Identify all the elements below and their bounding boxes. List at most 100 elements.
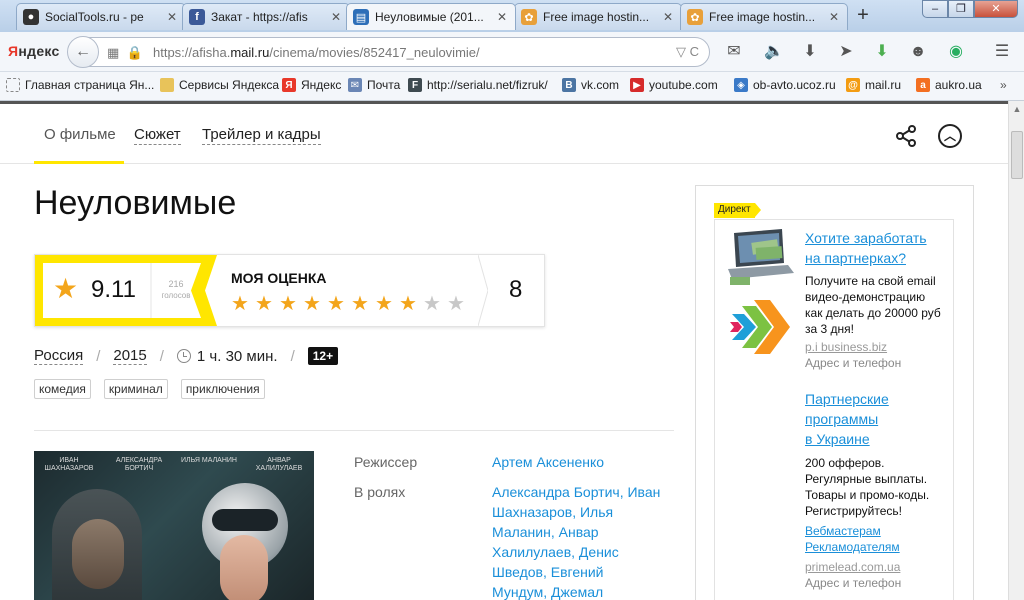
direct-ad-tag: Директ: [714, 203, 761, 218]
browser-tab-active[interactable]: ▤ Неуловимые (201... ✕: [346, 3, 516, 30]
browser-tab[interactable]: f Закат - https://afis ✕: [182, 3, 350, 30]
rating-star-icon[interactable]: ★: [303, 293, 327, 315]
bookmark-item[interactable]: ▶ youtube.com: [630, 78, 718, 92]
address-bar[interactable]: ← ▦ 🔒 https://afisha.mail.ru/cinema/movi…: [67, 36, 710, 68]
bookmark-label: ob-avto.ucoz.ru: [753, 78, 836, 92]
ad-title-line[interactable]: на партнерках?: [805, 248, 955, 268]
tab-about-film[interactable]: О фильме: [44, 126, 116, 144]
close-tab-icon[interactable]: ✕: [661, 10, 675, 24]
close-tab-icon[interactable]: ✕: [165, 10, 179, 24]
close-tab-icon[interactable]: ✕: [495, 10, 509, 24]
ad-text-line: за 3 дня!: [805, 322, 854, 336]
director-link[interactable]: Артем Аксененко: [492, 452, 678, 472]
rating-star-icon[interactable]: ★: [423, 293, 447, 315]
rating-star-icon[interactable]: ★: [351, 293, 375, 315]
rating-star-icon[interactable]: ★: [327, 293, 351, 315]
tab-trailer[interactable]: Трейлер и кадры: [202, 126, 321, 145]
collapse-up-icon[interactable]: ︿: [938, 124, 962, 148]
bookmark-item[interactable]: a aukro.ua: [916, 78, 982, 92]
ad-title-line[interactable]: Партнерские: [805, 389, 955, 409]
cast-line[interactable]: Александра Бортич, Иван: [492, 482, 678, 502]
ad1-domain[interactable]: p.i business.biz: [805, 340, 887, 354]
cast-line[interactable]: Шведов, Евгений: [492, 562, 678, 582]
back-button[interactable]: ←: [67, 36, 99, 68]
ad-title-line[interactable]: программы: [805, 409, 955, 429]
ad-text-line: как делать до 20000 руб: [805, 306, 941, 320]
age-rating-badge: 12+: [307, 347, 339, 365]
ad-link-webmasters[interactable]: Вебмастерам: [805, 523, 900, 539]
rating-star-icon[interactable]: ★: [279, 293, 303, 315]
browser-tab[interactable]: ✿ Free image hostin... ✕: [680, 3, 848, 30]
ad-text-line: Товары и промо-коды.: [805, 488, 930, 502]
genre-tag[interactable]: приключения: [180, 379, 265, 399]
user-rating-stars[interactable]: ★ ★ ★ ★ ★ ★ ★ ★ ★ ★: [231, 293, 471, 315]
share-icon[interactable]: [894, 124, 918, 148]
country-link[interactable]: Россия: [34, 347, 84, 365]
ucoz-icon: ◈: [734, 78, 748, 92]
genre-tag[interactable]: комедия: [34, 379, 91, 399]
bookmark-item[interactable]: Я Яндекс: [282, 78, 341, 92]
bookmark-label: Яндекс: [301, 78, 342, 92]
tab-plot[interactable]: Сюжет: [134, 126, 181, 145]
bookmarks-overflow-icon[interactable]: »: [1000, 78, 1007, 92]
bookmark-item[interactable]: Сервисы Яндекса: [160, 78, 279, 92]
laptop-money-icon[interactable]: [722, 227, 796, 287]
ad2-title[interactable]: Партнерские программы в Украине: [805, 389, 955, 449]
browser-navbar: Яндекс ← ▦ 🔒 https://afisha.mail.ru/cine…: [0, 32, 1024, 72]
genre-tag[interactable]: криминал: [103, 379, 168, 399]
scroll-thumb[interactable]: [1011, 131, 1023, 179]
close-tab-icon[interactable]: ✕: [827, 10, 841, 24]
bookmark-item[interactable]: Главная страница Ян...: [6, 78, 154, 92]
ad2-links[interactable]: Вебмастерам Рекламодателям: [805, 523, 900, 555]
ad-title-line[interactable]: в Украине: [805, 429, 955, 449]
maximize-button[interactable]: ❐: [948, 0, 974, 18]
scroll-up-arrow-icon[interactable]: ▲: [1009, 101, 1024, 117]
rating-star-icon[interactable]: ★: [255, 293, 279, 315]
ad1-title[interactable]: Хотите заработать на партнерках?: [805, 228, 955, 268]
cast-line[interactable]: Халилулаев, Денис: [492, 542, 678, 562]
send-icon[interactable]: ➤: [836, 42, 856, 62]
bookmark-item[interactable]: ◈ ob-avto.ucoz.ru: [734, 78, 836, 92]
rating-star-icon[interactable]: ★: [375, 293, 399, 315]
browser-tab[interactable]: ✿ Free image hostin... ✕: [514, 3, 682, 30]
browser-tab[interactable]: ● SocialTools.ru - ре ✕: [16, 3, 186, 30]
ad2-address[interactable]: Адрес и телефон: [805, 576, 901, 590]
rating-star-icon[interactable]: ★: [231, 293, 255, 315]
ad-link-advertisers[interactable]: Рекламодателям: [805, 539, 900, 555]
bookmark-item[interactable]: Fhttp://serialu.net/fizruk/: [408, 78, 548, 92]
ad-text-line: 200 офферов.: [805, 456, 885, 470]
extension-icon[interactable]: ◉: [946, 42, 966, 62]
cast-line[interactable]: Маланин, Анвар: [492, 522, 678, 542]
afisha-icon: ▤: [353, 9, 369, 25]
cast-line[interactable]: Шахназаров, Илья: [492, 502, 678, 522]
year-link[interactable]: 2015: [113, 347, 147, 365]
rating-star-icon[interactable]: ★: [399, 293, 423, 315]
ad-title-line[interactable]: Хотите заработать: [805, 228, 955, 248]
close-tab-icon[interactable]: ✕: [329, 10, 343, 24]
minimize-button[interactable]: –: [922, 0, 948, 18]
bookmark-item[interactable]: Bvk.com: [562, 78, 619, 92]
reload-icon[interactable]: ▽ C: [676, 44, 699, 60]
bookmark-item[interactable]: @ mail.ru: [846, 78, 901, 92]
bookmark-item[interactable]: ✉ Почта: [348, 78, 400, 92]
page-scrollbar[interactable]: ▲: [1008, 101, 1024, 600]
movie-poster[interactable]: ИВАН ШАХНАЗАРОВ АЛЕКСАНДРА БОРТИЧ ИЛЬЯ М…: [34, 451, 314, 600]
rating-star-icon[interactable]: ★: [447, 293, 471, 315]
speaker-icon[interactable]: 🔈: [764, 42, 784, 62]
green-download-icon[interactable]: ⬇: [872, 42, 892, 62]
new-tab-button[interactable]: +: [852, 5, 874, 26]
mail-check-icon[interactable]: ✉: [724, 42, 744, 62]
page-info-icon[interactable]: ▦ 🔒: [107, 45, 143, 61]
partner-chevrons-icon[interactable]: [728, 292, 798, 362]
menu-icon[interactable]: ☰: [992, 42, 1012, 62]
close-window-button[interactable]: ✕: [974, 0, 1018, 18]
url-text[interactable]: https://afisha.mail.ru/cinema/movies/852…: [153, 45, 480, 60]
ad1-address[interactable]: Адрес и телефон: [805, 356, 901, 370]
download-icon[interactable]: ⬇: [800, 42, 820, 62]
yandex-logo[interactable]: Яндекс: [8, 43, 60, 59]
ad2-domain[interactable]: primelead.com.ua: [805, 560, 900, 574]
chat-icon[interactable]: ☻: [908, 42, 928, 62]
vk-icon: B: [562, 78, 576, 92]
cast-line[interactable]: Мундум, Джемал: [492, 582, 678, 600]
cast-list[interactable]: Александра Бортич, Иван Шахназаров, Илья…: [492, 482, 678, 600]
